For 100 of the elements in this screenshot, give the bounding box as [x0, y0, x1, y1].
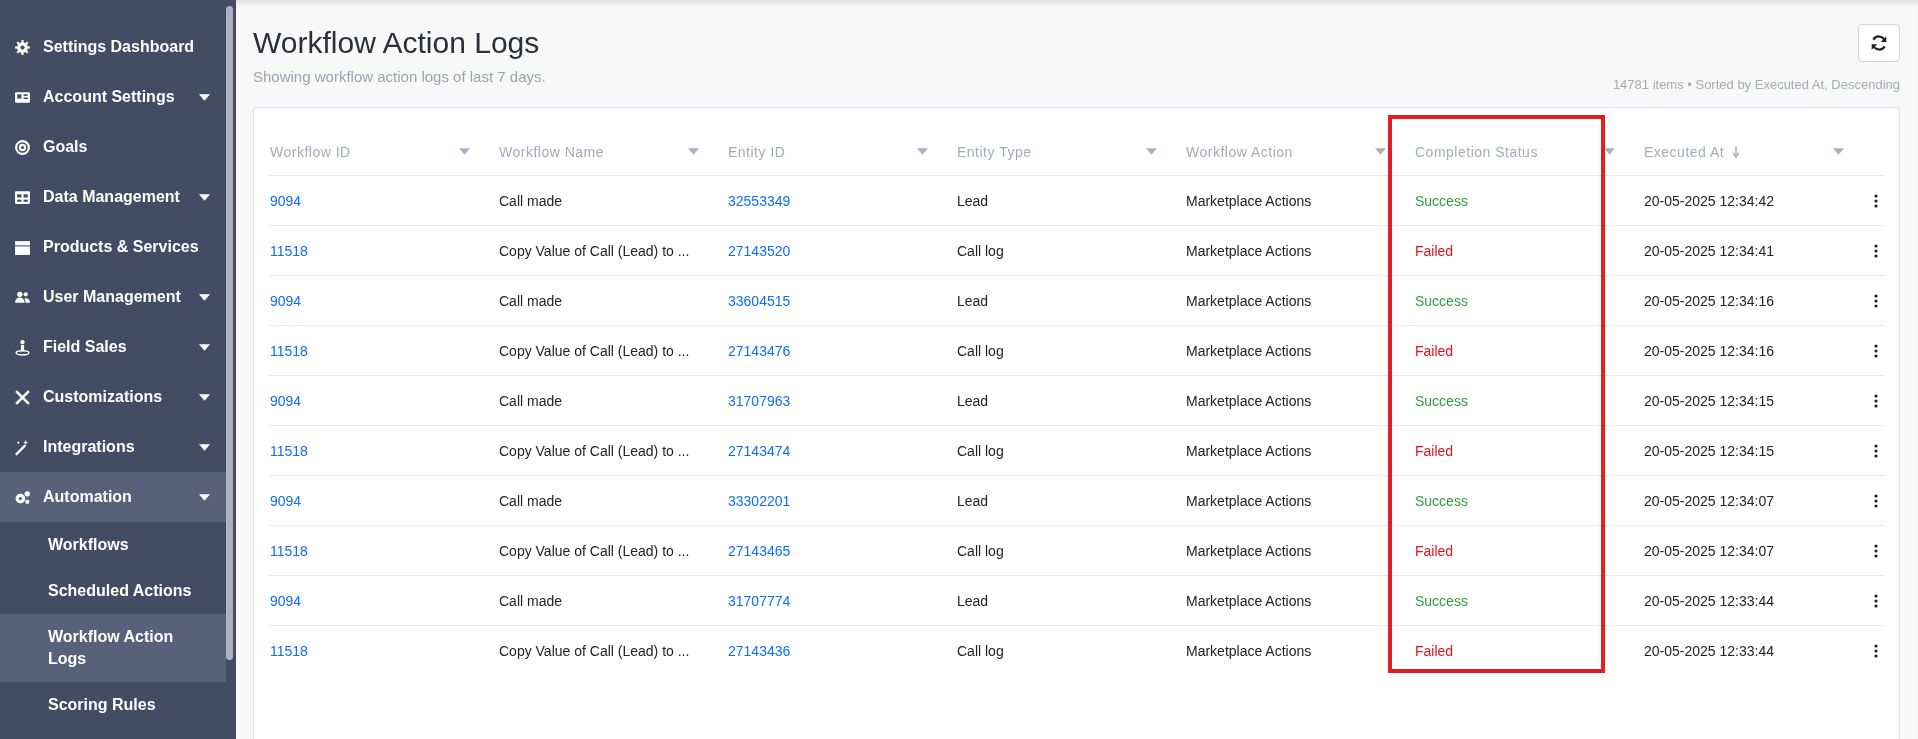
column-header[interactable]: Entity Type [957, 143, 1032, 160]
workflow-id-link[interactable]: 11518 [270, 242, 308, 259]
table-cell: Call made [499, 192, 563, 209]
table-cell: Copy Value of Call (Lead) to ... [499, 342, 690, 359]
sidebar-item[interactable]: Field Sales [0, 322, 226, 372]
sidebar-item[interactable]: Goals [0, 122, 226, 172]
table-cell: Lead [957, 192, 989, 209]
table-cell: Marketplace Actions [1186, 592, 1312, 609]
status-text: Failed [1415, 542, 1454, 559]
status-text: Failed [1415, 342, 1454, 359]
table-cell: Marketplace Actions [1186, 542, 1312, 559]
status-text: Failed [1415, 442, 1454, 459]
workflow-id-link[interactable]: 11518 [270, 542, 308, 559]
caret-icon [199, 293, 210, 301]
entity-id-link[interactable]: 33302201 [728, 492, 791, 509]
workflow-id-link[interactable]: 9094 [270, 492, 302, 509]
more-options-icon[interactable] [1874, 243, 1878, 258]
column-header[interactable]: Workflow Action [1186, 143, 1293, 160]
table-cell: Lead [957, 392, 989, 409]
table-cell: Call log [957, 542, 1004, 559]
workflow-id-link[interactable]: 11518 [270, 642, 308, 659]
entity-id-link[interactable]: 31707774 [728, 592, 791, 609]
sidebar-item[interactable]: Customizations [0, 372, 226, 422]
workflow-id-link[interactable]: 9094 [270, 192, 302, 209]
table-cell: 20-05-2025 12:34:41 [1644, 242, 1774, 259]
sidebar-item[interactable]: User Management [0, 272, 226, 322]
table-cell: Marketplace Actions [1186, 442, 1312, 459]
table-cell: Call log [957, 342, 1004, 359]
table-cell: Marketplace Actions [1186, 342, 1312, 359]
column-header[interactable]: Executed At [1644, 143, 1725, 160]
table-cell: 20-05-2025 12:34:15 [1644, 392, 1774, 409]
table-cell: Copy Value of Call (Lead) to ... [499, 542, 690, 559]
sidebar-item[interactable]: Integrations [0, 422, 226, 472]
table-cell: 20-05-2025 12:33:44 [1644, 592, 1774, 609]
caret-icon [199, 393, 210, 401]
more-options-icon[interactable] [1874, 493, 1878, 508]
sidebar-subitem[interactable]: Workflows [0, 522, 226, 568]
more-options-icon[interactable] [1874, 393, 1878, 408]
workflow-id-link[interactable]: 11518 [270, 442, 308, 459]
more-options-icon[interactable] [1874, 343, 1878, 358]
page-title: Workflow Action Logs [253, 26, 541, 60]
column-header[interactable]: Workflow ID [270, 143, 351, 160]
sidebar-item[interactable]: Products & Services [0, 222, 226, 272]
workflow-id-link[interactable]: 9094 [270, 292, 302, 309]
table-cell: Marketplace Actions [1186, 242, 1312, 259]
sidebar-item[interactable]: Data Management [0, 172, 226, 222]
status-text: Failed [1415, 242, 1454, 259]
sidebar-item[interactable]: Account Settings [0, 72, 226, 122]
table-cell: Call log [957, 242, 1004, 259]
table-cell: Lead [957, 292, 989, 309]
sidebar-item[interactable]: Settings Dashboard [0, 22, 226, 72]
status-text: Success [1415, 392, 1468, 409]
table-cell: Copy Value of Call (Lead) to ... [499, 442, 690, 459]
workflow-id-link[interactable]: 11518 [270, 342, 308, 359]
refresh-button[interactable] [1858, 24, 1900, 62]
table-cell: 20-05-2025 12:34:16 [1644, 342, 1774, 359]
entity-id-link[interactable]: 32553349 [728, 192, 791, 209]
workflow-id-link[interactable]: 9094 [270, 592, 302, 609]
more-options-icon[interactable] [1874, 293, 1878, 308]
magic-wand-icon [14, 438, 31, 456]
sidebar-subitem[interactable]: Scoring Rules [0, 682, 226, 728]
entity-id-link[interactable]: 27143520 [728, 242, 791, 259]
page-subtitle: Showing workflow action logs of last 7 days. [253, 68, 546, 85]
sidebar-subitem[interactable]: Scheduled Actions [0, 568, 226, 614]
table-cell: Copy Value of Call (Lead) to ... [499, 642, 690, 659]
entity-id-link[interactable]: 33604515 [728, 292, 791, 309]
table-cell: 20-05-2025 12:34:15 [1644, 442, 1774, 459]
gears-icon [14, 488, 31, 506]
sidebar-subitem[interactable]: Workflow Action Logs [0, 614, 226, 682]
dropdown-caret-icon[interactable] [1604, 148, 1615, 155]
status-text: Success [1415, 192, 1468, 209]
table-cell: Call made [499, 592, 563, 609]
sidebar-item[interactable]: Automation [0, 472, 226, 522]
status-text: Success [1415, 492, 1468, 509]
column-header[interactable]: Entity ID [728, 143, 786, 160]
table-cell: Call made [499, 492, 563, 509]
scrollbar[interactable] [226, 6, 233, 660]
entity-id-link[interactable]: 31707963 [728, 392, 791, 409]
column-header[interactable]: Workflow Name [499, 143, 605, 160]
table-cell: Lead [957, 492, 989, 509]
caret-icon [199, 343, 210, 351]
workflow-id-link[interactable]: 9094 [270, 392, 302, 409]
more-options-icon[interactable] [1874, 643, 1878, 658]
caret-icon [199, 493, 210, 501]
entity-id-link[interactable]: 27143474 [728, 442, 791, 459]
more-options-icon[interactable] [1874, 193, 1878, 208]
more-options-icon[interactable] [1874, 443, 1878, 458]
entity-id-link[interactable]: 27143476 [728, 342, 791, 359]
table-cell: Marketplace Actions [1186, 642, 1312, 659]
table-icon [14, 188, 31, 206]
refresh-icon [1870, 34, 1888, 52]
column-header[interactable]: Completion Status [1415, 143, 1538, 160]
entity-id-link[interactable]: 27143436 [728, 642, 791, 659]
entity-id-link[interactable]: 27143465 [728, 542, 791, 559]
items-summary: 14781 items • Sorted by Executed At, Descending [1612, 77, 1900, 92]
more-options-icon[interactable] [1874, 593, 1878, 608]
table-cell: 20-05-2025 12:34:42 [1644, 192, 1774, 209]
table-cell: Call log [957, 442, 1004, 459]
status-text: Success [1415, 292, 1468, 309]
more-options-icon[interactable] [1874, 543, 1878, 558]
